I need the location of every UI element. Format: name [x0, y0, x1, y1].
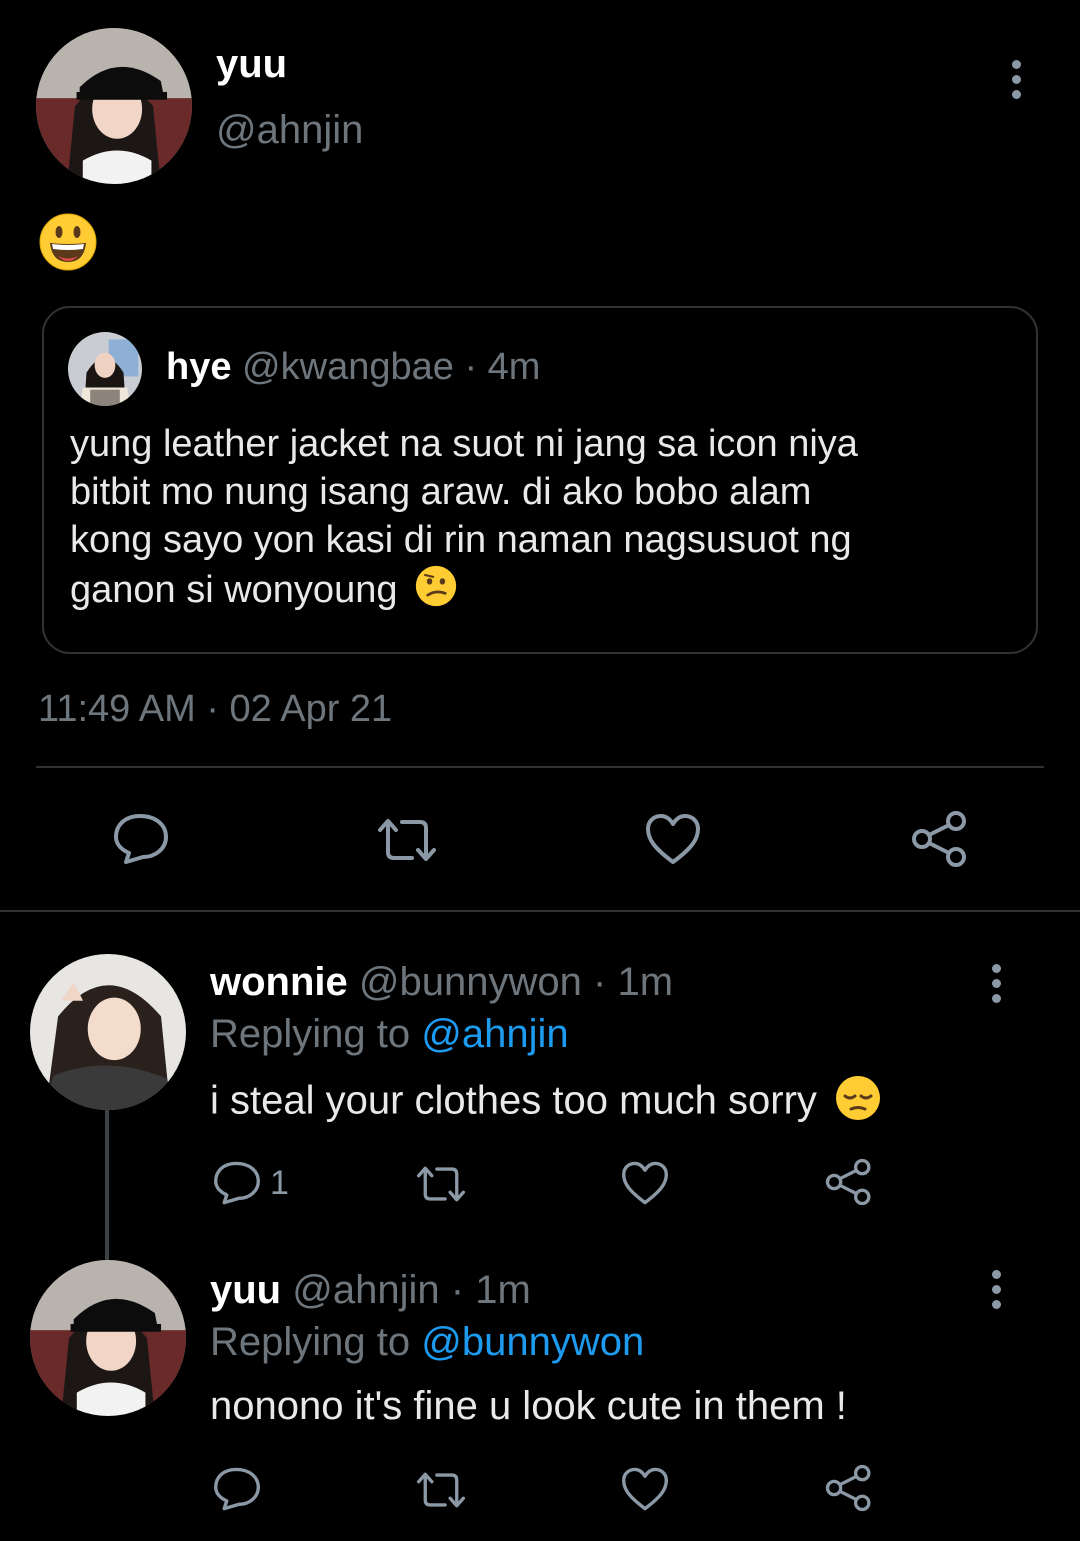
mention-link[interactable]: @ahnjin [421, 1012, 568, 1056]
separator-dot: · [450, 1268, 465, 1312]
display-name[interactable]: wonnie [210, 960, 348, 1004]
like-button[interactable] [620, 1466, 670, 1512]
reply-button[interactable] [112, 812, 170, 866]
retweet-icon [416, 1166, 466, 1202]
like-icon [646, 814, 700, 864]
quoted-header: hye @kwangbae · 4m [166, 346, 540, 389]
avatar[interactable] [30, 954, 186, 1110]
user-handle[interactable]: @ahnjin [292, 1268, 439, 1312]
grinning-face-emoji [38, 212, 98, 272]
share-button[interactable] [824, 1464, 874, 1512]
share-button[interactable] [910, 810, 970, 868]
mention-link[interactable]: @bunnywon [421, 1320, 644, 1364]
avatar[interactable] [36, 28, 192, 184]
separator-dot: · [464, 346, 478, 388]
like-icon [622, 1467, 668, 1511]
quoted-line-text: ganon si wonyoung [70, 569, 398, 612]
user-handle[interactable]: @bunnywon [359, 960, 582, 1004]
divider [36, 766, 1044, 768]
confused-face-emoji [414, 564, 458, 620]
reply-count: 1 [270, 1163, 289, 1202]
quoted-line: ganon si wonyoung [70, 564, 858, 620]
retweet-button[interactable] [372, 816, 442, 864]
share-icon [825, 1464, 871, 1512]
reply-time: 1m [475, 1268, 531, 1312]
thread-line [105, 1110, 109, 1260]
more-options-icon[interactable] [1012, 60, 1022, 105]
quoted-tweet-card[interactable]: hye @kwangbae · 4m yung leather jacket n… [42, 306, 1038, 654]
replying-to: Replying to @ahnjin [210, 1012, 569, 1057]
retweet-icon [416, 1472, 466, 1508]
replying-to-label: Replying to [210, 1320, 411, 1364]
reply-button[interactable]: 1 [212, 1160, 289, 1206]
reply-text: nonono it's fine u look cute in them ! [210, 1384, 847, 1428]
quoted-line: kong sayo yon kasi di rin naman nagsusuo… [70, 519, 852, 561]
retweet-button[interactable] [412, 1470, 470, 1510]
share-button[interactable] [824, 1158, 874, 1206]
reply-text: i steal your clothes too much sorry [210, 1074, 882, 1132]
quoted-text: yung leather jacket na suot ni jang sa i… [70, 420, 858, 620]
like-button[interactable] [620, 1160, 670, 1206]
replying-to-label: Replying to [210, 1012, 411, 1056]
retweet-button[interactable] [412, 1164, 470, 1204]
separator-dot: · [593, 960, 607, 1004]
reply-icon [114, 814, 168, 864]
reply-icon [214, 1161, 260, 1205]
quoted-line: bitbit mo nung isang araw. di ako bobo a… [70, 471, 812, 513]
share-icon [825, 1158, 871, 1206]
quoted-display-name[interactable]: hye [166, 346, 231, 388]
reply-header: wonnie @bunnywon · 1m [210, 960, 673, 1005]
replying-to: Replying to @bunnywon [210, 1320, 644, 1365]
quoted-line: yung leather jacket na suot ni jang sa i… [70, 423, 858, 465]
reply-button[interactable] [212, 1466, 262, 1512]
quoted-time: 4m [487, 346, 541, 388]
reply-time: 1m [617, 960, 674, 1004]
user-handle[interactable]: @ahnjin [216, 108, 363, 153]
reply-icon [214, 1467, 260, 1511]
avatar[interactable] [30, 1260, 186, 1416]
display-name[interactable]: yuu [210, 1268, 281, 1312]
like-icon [622, 1161, 668, 1205]
more-options-icon[interactable] [992, 1270, 1002, 1315]
section-divider [0, 910, 1080, 912]
display-name[interactable]: yuu [216, 42, 287, 87]
retweet-icon [378, 819, 436, 861]
like-button[interactable] [644, 812, 702, 866]
quoted-handle[interactable]: @kwangbae [242, 346, 454, 388]
reply-header: yuu @ahnjin · 1m [210, 1268, 531, 1313]
more-options-icon[interactable] [992, 964, 1002, 1009]
pensive-face-emoji [834, 1074, 882, 1132]
quoted-avatar[interactable] [68, 332, 142, 406]
reply-text-content: i steal your clothes too much sorry [210, 1078, 817, 1123]
tweet-timestamp[interactable]: 11:49 AM · 02 Apr 21 [38, 688, 392, 731]
share-icon [912, 811, 966, 867]
